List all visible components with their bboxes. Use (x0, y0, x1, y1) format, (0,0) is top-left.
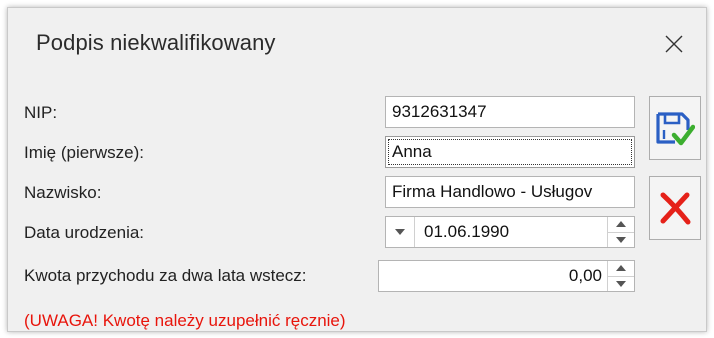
birth-date-value: 01.06.1990 (424, 222, 510, 241)
income-label: Kwota przychodu za dwa lata wstecz: (24, 266, 307, 285)
title-bar: Podpis niekwalifikowany (8, 8, 706, 81)
chevron-down-icon (395, 229, 405, 235)
date-spinner (607, 217, 634, 247)
save-disk-check-icon (656, 112, 695, 146)
first-name-input[interactable]: Anna (385, 136, 635, 168)
birth-date-input[interactable]: 01.06.1990 (385, 216, 635, 248)
dialog-title: Podpis niekwalifikowany (36, 30, 276, 55)
signature-dialog: Podpis niekwalifikowany NIP: 9312631347 … (7, 7, 707, 332)
last-name-input[interactable]: Firma Handlowo - Usługov (385, 176, 635, 208)
arrow-up-icon (616, 221, 626, 228)
nip-value: 9312631347 (392, 102, 487, 121)
birth-date-label: Data urodzenia: (24, 223, 145, 242)
cancel-x-icon (660, 192, 691, 225)
income-value: 0,00 (568, 266, 602, 285)
first-name-label: Imię (pierwsze): (24, 143, 144, 162)
income-spin-up-button[interactable] (608, 261, 634, 276)
nip-input[interactable]: 9312631347 (385, 96, 635, 128)
cancel-button[interactable] (649, 176, 701, 240)
date-dropdown-button[interactable] (386, 217, 415, 247)
income-spinner (607, 261, 634, 291)
nip-label: NIP: (24, 103, 58, 122)
warning-text: (UWAGA! Kwotę należy uzupełnić ręcznie) (24, 311, 346, 330)
income-spin-down-button[interactable] (608, 275, 634, 292)
income-input[interactable]: 0,00 (378, 260, 635, 292)
arrow-down-icon (616, 280, 626, 287)
first-name-value: Anna (392, 142, 432, 161)
last-name-value: Firma Handlowo - Usługov (392, 182, 593, 201)
date-spin-down-button[interactable] (608, 231, 634, 248)
save-button[interactable] (649, 96, 701, 160)
date-spin-up-button[interactable] (608, 217, 634, 232)
arrow-up-icon (616, 265, 626, 272)
arrow-down-icon (616, 236, 626, 243)
close-icon (665, 35, 683, 53)
last-name-label: Nazwisko: (24, 183, 102, 202)
close-button[interactable] (656, 26, 692, 62)
